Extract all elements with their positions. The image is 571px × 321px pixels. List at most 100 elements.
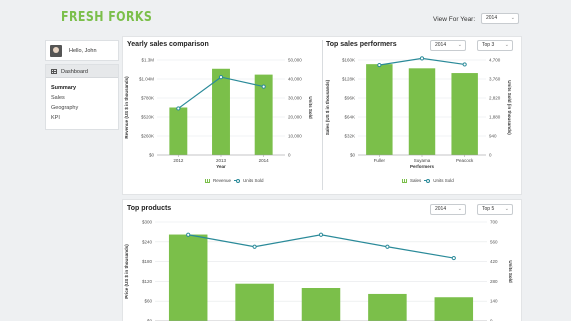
x-axis-title: Performers bbox=[410, 164, 435, 169]
y-axis-title: Revenue (US $ in thousands) bbox=[124, 76, 129, 139]
y2-tick-label: 0 bbox=[489, 153, 492, 158]
legend-units-sold: Units Sold bbox=[243, 178, 264, 183]
performers-top-value: Top 3 bbox=[482, 42, 495, 48]
units-sold-line bbox=[188, 234, 454, 259]
line-legend-icon bbox=[424, 178, 431, 183]
y2-axis-title: Units Sold bbox=[308, 96, 313, 119]
y2-tick-label: 420 bbox=[490, 259, 498, 264]
y-tick-label: $64K bbox=[344, 115, 355, 120]
bar bbox=[368, 293, 407, 321]
line-point bbox=[318, 232, 324, 237]
legend-units-sold: Units Sold bbox=[433, 178, 454, 183]
bar bbox=[169, 107, 188, 155]
chevron-down-icon: ⌄ bbox=[504, 206, 509, 212]
y-tick-label: $300 bbox=[142, 220, 153, 225]
y2-tick-label: 1,880 bbox=[489, 115, 501, 120]
y2-tick-label: 2,820 bbox=[489, 96, 501, 101]
chevron-down-icon: ⌄ bbox=[504, 42, 509, 48]
y-tick-label: $1.3M bbox=[141, 58, 154, 63]
x-tick-label: Fuller bbox=[374, 158, 386, 163]
performers-chart-legend: Sales Units Sold bbox=[402, 178, 454, 183]
y-tick-label: $260K bbox=[141, 134, 154, 139]
legend-sales: Sales bbox=[410, 178, 422, 183]
y-tick-label: $0 bbox=[350, 153, 356, 158]
chevron-down-icon: ⌄ bbox=[510, 15, 515, 21]
year-select[interactable]: 2014 ⌄ bbox=[481, 13, 519, 24]
y2-tick-label: 700 bbox=[490, 220, 498, 225]
y-tick-label: $60 bbox=[144, 299, 152, 304]
year-filter-label: View For Year: bbox=[433, 16, 476, 23]
bar bbox=[408, 68, 436, 155]
line-point bbox=[176, 106, 181, 111]
sidebar-item-sales[interactable]: Sales bbox=[51, 95, 65, 101]
line-point bbox=[186, 232, 191, 237]
grid-icon bbox=[51, 69, 57, 74]
y2-tick-label: 940 bbox=[489, 134, 497, 139]
x-tick-label: 2013 bbox=[216, 158, 227, 163]
sidebar-nav: Dashboard Summary Sales Geography KPI bbox=[45, 64, 119, 130]
user-card[interactable]: Hello, John bbox=[45, 40, 119, 61]
sidebar-item-geography[interactable]: Geography bbox=[51, 105, 78, 111]
bar bbox=[301, 288, 341, 321]
yearly-chart-title: Yearly sales comparison bbox=[127, 41, 209, 48]
performers-chart-title: Top sales performers bbox=[326, 41, 397, 48]
y-tick-label: $160K bbox=[342, 58, 355, 63]
bar-legend-icon bbox=[402, 178, 407, 183]
line-point bbox=[419, 56, 425, 61]
line-point bbox=[218, 75, 224, 80]
y-axis-title: Price (US $ in thousands) bbox=[124, 244, 129, 299]
y2-axis-title: Units Sold (in thousands) bbox=[507, 80, 512, 135]
y2-tick-label: 280 bbox=[490, 279, 498, 284]
y2-tick-label: 140 bbox=[490, 299, 498, 304]
y2-tick-label: 560 bbox=[490, 239, 498, 244]
sidebar-section-label: Dashboard bbox=[61, 69, 88, 75]
y-tick-label: $0 bbox=[149, 153, 155, 158]
year-select-value: 2014 bbox=[486, 15, 498, 21]
y2-axis-title: Units Sold bbox=[508, 260, 513, 283]
brand-logo: FRESH FORKS bbox=[61, 10, 153, 25]
line-point bbox=[252, 244, 257, 249]
chevron-down-icon: ⌄ bbox=[457, 206, 462, 212]
line-legend-icon bbox=[234, 178, 241, 183]
line-point bbox=[261, 84, 266, 89]
sidebar-item-summary[interactable]: Summary bbox=[51, 85, 76, 91]
y-tick-label: $96K bbox=[344, 96, 355, 101]
y-tick-label: $128K bbox=[342, 77, 355, 82]
performers-year-select[interactable]: 2014 ⌄ bbox=[430, 40, 466, 51]
x-axis-title: Year bbox=[216, 164, 226, 169]
y2-tick-label: 50,000 bbox=[288, 58, 302, 63]
performers-top-select[interactable]: Top 3 ⌄ bbox=[477, 40, 513, 51]
line-point bbox=[377, 62, 382, 68]
y2-tick-label: 40,000 bbox=[288, 77, 302, 82]
y-tick-label: $180 bbox=[142, 259, 153, 264]
bar bbox=[366, 64, 393, 155]
y2-tick-label: 20,000 bbox=[288, 115, 302, 120]
bar bbox=[434, 297, 474, 321]
sidebar-item-kpi[interactable]: KPI bbox=[51, 115, 60, 121]
chevron-down-icon: ⌄ bbox=[457, 42, 462, 48]
line-point bbox=[385, 244, 390, 249]
y2-tick-label: 4,700 bbox=[489, 58, 501, 63]
y-tick-label: $520K bbox=[141, 115, 154, 120]
products-chart-title: Top products bbox=[127, 205, 172, 212]
performers-chart: $0 0 $32K 940 $64K 1,880 $96K 2,820 $128K 3,760 $1… bbox=[325, 56, 512, 169]
line-point bbox=[462, 62, 467, 67]
top-bar: FRESH FORKS View For Year: 2014 ⌄ bbox=[0, 0, 571, 32]
products-chart: $0 0$60 140$120 280$180 420$240 560$300 700Pri… bbox=[124, 220, 513, 321]
yearly-sales-chart: $0 0 $260K 10,000 $520K 20,000 $780K 30,000 $1.0… bbox=[124, 58, 313, 170]
legend-revenue: Revenue bbox=[213, 178, 232, 183]
y2-tick-label: 3,760 bbox=[489, 77, 501, 82]
y2-tick-label: 0 bbox=[288, 153, 291, 158]
avatar bbox=[50, 45, 62, 57]
bar bbox=[235, 283, 274, 321]
x-tick-label: Peacock bbox=[456, 158, 474, 163]
y-tick-label: $120 bbox=[142, 279, 153, 284]
x-tick-label: 2014 bbox=[259, 158, 270, 163]
sidebar-section-dashboard[interactable]: Dashboard bbox=[46, 65, 118, 78]
y-tick-label: $1.04M bbox=[139, 77, 154, 82]
yearly-chart-legend: Revenue Units Sold bbox=[205, 178, 264, 183]
y2-tick-label: 10,000 bbox=[288, 134, 302, 139]
performers-year-value: 2014 bbox=[435, 42, 447, 48]
y-tick-label: $32K bbox=[344, 134, 355, 139]
bar bbox=[168, 234, 208, 321]
